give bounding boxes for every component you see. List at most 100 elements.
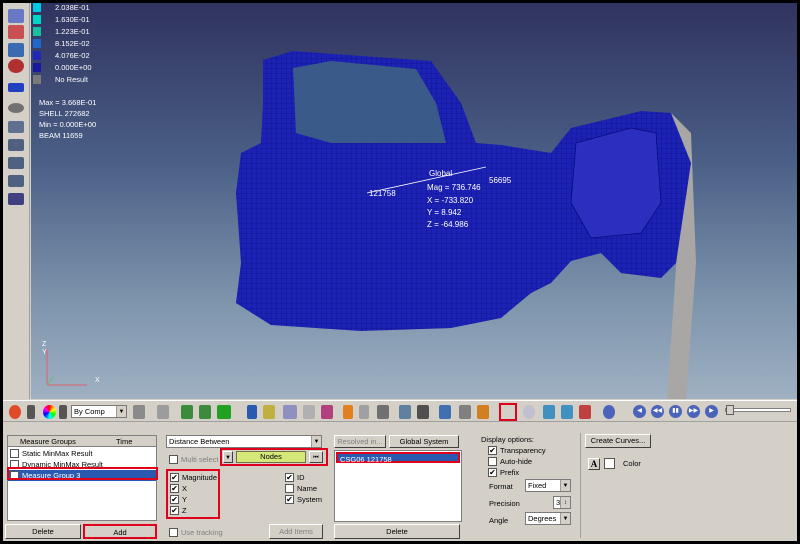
measure-tool-icon[interactable]: [499, 403, 517, 421]
use-tracking-label: Use tracking: [181, 528, 223, 537]
color-dropdown-icon[interactable]: [59, 405, 67, 419]
measure-type-select[interactable]: Distance Between ▼: [166, 435, 322, 448]
isometric-icon[interactable]: [303, 405, 315, 419]
animation-slider[interactable]: [725, 405, 791, 415]
prefix-label: Prefix: [500, 468, 520, 477]
options-checkbox[interactable]: ✔: [170, 506, 179, 515]
graphics-viewport[interactable]: 2.038E-01 1.630E-01 1.223E-01 8.152E-02 4.07…: [31, 3, 797, 399]
mesh-icon[interactable]: [199, 405, 211, 419]
format-label: Format: [489, 482, 513, 491]
hierarchy-icon[interactable]: [8, 175, 24, 187]
nodes-selector[interactable]: Nodes: [236, 451, 306, 463]
precision-stepper[interactable]: 3 ↕: [553, 496, 571, 509]
prefix-checkbox[interactable]: ✔: [488, 468, 497, 477]
wireframe-icon[interactable]: [263, 405, 275, 419]
format-select[interactable]: Fixed ▼: [525, 479, 571, 492]
palette-dropdown-icon[interactable]: [27, 405, 35, 419]
note-list-icon[interactable]: [8, 193, 24, 205]
contour-icon[interactable]: [8, 9, 24, 23]
delete-node-button[interactable]: Delete: [334, 524, 460, 539]
color-swatch[interactable]: [604, 458, 615, 469]
tracking-icon[interactable]: [343, 405, 353, 419]
table-row[interactable]: Static MinMax Result: [8, 448, 156, 459]
table-icon[interactable]: [579, 405, 591, 419]
multi-select-checkbox[interactable]: [169, 455, 178, 464]
pause-icon[interactable]: ▮▮: [669, 405, 682, 418]
measure-panel: Measure Groups Time Static MinMax Result…: [3, 423, 797, 541]
triad-x-label: X: [95, 377, 100, 384]
add-group-button[interactable]: Add: [83, 524, 157, 539]
eye-icon[interactable]: [8, 103, 24, 113]
arrows-icon[interactable]: [417, 405, 429, 419]
transparency-label: Transparency: [500, 446, 546, 455]
view-eye-icon[interactable]: [8, 121, 24, 133]
options-checkbox[interactable]: ✔: [170, 495, 179, 504]
group-checkbox[interactable]: [10, 449, 19, 458]
group-eye-icon[interactable]: [8, 157, 24, 169]
angle-label: Angle: [489, 516, 509, 525]
section-cut-icon[interactable]: [283, 405, 297, 419]
spheres-icon[interactable]: [8, 59, 24, 73]
resolved-nodes-list[interactable]: CSG06 121758: [334, 450, 462, 522]
tensor-icon[interactable]: [8, 25, 24, 39]
color-mode-select[interactable]: By Comp ▼: [71, 405, 127, 418]
camera-icon[interactable]: [399, 405, 411, 419]
font-button[interactable]: A: [588, 458, 600, 470]
graph-icon[interactable]: [439, 405, 451, 419]
play-reverse-icon[interactable]: ◀: [633, 405, 646, 418]
resolved-in-button[interactable]: Resolved in...: [334, 435, 386, 448]
measure-mag-label: Mag = 736.746: [427, 183, 481, 192]
autohide-checkbox[interactable]: [488, 457, 497, 466]
options2-checkbox[interactable]: [285, 484, 294, 493]
play-icon[interactable]: ▶: [705, 405, 718, 418]
step-forward-icon[interactable]: ▶▶: [687, 405, 700, 418]
use-tracking-checkbox[interactable]: [169, 528, 178, 537]
options2-label: System: [297, 495, 323, 504]
options2-checkbox[interactable]: ✔: [285, 495, 294, 504]
options-label: Z: [182, 506, 187, 515]
palette-icon[interactable]: [9, 405, 21, 419]
options-checkbox[interactable]: ✔: [170, 473, 179, 482]
add-items-button[interactable]: Add Items: [269, 524, 323, 539]
curve-icon[interactable]: [477, 405, 489, 419]
options-label: Magnitude: [182, 473, 218, 482]
angle-value: Degrees: [528, 514, 557, 523]
cube-icon[interactable]: [133, 405, 145, 419]
options-checkbox[interactable]: ✔: [170, 484, 179, 493]
chart-icon[interactable]: [561, 405, 573, 419]
list-item[interactable]: CSG06 121758: [336, 452, 460, 464]
transparency-icon[interactable]: [247, 405, 257, 419]
features-icon[interactable]: [217, 405, 231, 419]
multi-select-label: Multi select: [181, 455, 219, 464]
step-back-icon[interactable]: ◀◀: [651, 405, 664, 418]
car-body-model[interactable]: [31, 3, 797, 399]
probe-icon[interactable]: [459, 405, 471, 419]
element-icon[interactable]: [181, 405, 193, 419]
delete-group-button[interactable]: Delete: [5, 524, 81, 539]
paint-icon[interactable]: [543, 405, 555, 419]
layers-icon[interactable]: [8, 83, 24, 92]
monitor-icon[interactable]: [8, 43, 24, 57]
options2-label: Name: [297, 484, 318, 493]
transparency-checkbox[interactable]: ✔: [488, 446, 497, 455]
color-wheel-icon[interactable]: [43, 405, 56, 419]
options-label: X: [182, 484, 188, 493]
measure-icon[interactable]: [321, 405, 333, 419]
options2-checkbox[interactable]: ✔: [285, 473, 294, 482]
node-b-label: 56695: [489, 176, 512, 185]
note-icon[interactable]: [523, 405, 535, 419]
entity-dropdown-button[interactable]: ▼: [223, 451, 233, 463]
measure-eye-icon[interactable]: [8, 139, 24, 151]
shaded-icon[interactable]: [157, 405, 169, 419]
angle-select[interactable]: Degrees ▼: [525, 512, 571, 525]
global-system-button[interactable]: Global System: [389, 435, 459, 448]
color-mode-value: By Comp: [74, 407, 105, 416]
animation-icon[interactable]: [603, 405, 615, 419]
group-label: Static MinMax Result: [22, 449, 93, 458]
pin-icon[interactable]: [359, 405, 369, 419]
reset-selection-button[interactable]: ⏮: [309, 451, 323, 463]
slider-handle[interactable]: [726, 405, 734, 415]
hide-icon[interactable]: [377, 405, 389, 419]
create-curves-button[interactable]: Create Curves...: [585, 434, 651, 448]
precision-label: Precision: [489, 499, 520, 508]
